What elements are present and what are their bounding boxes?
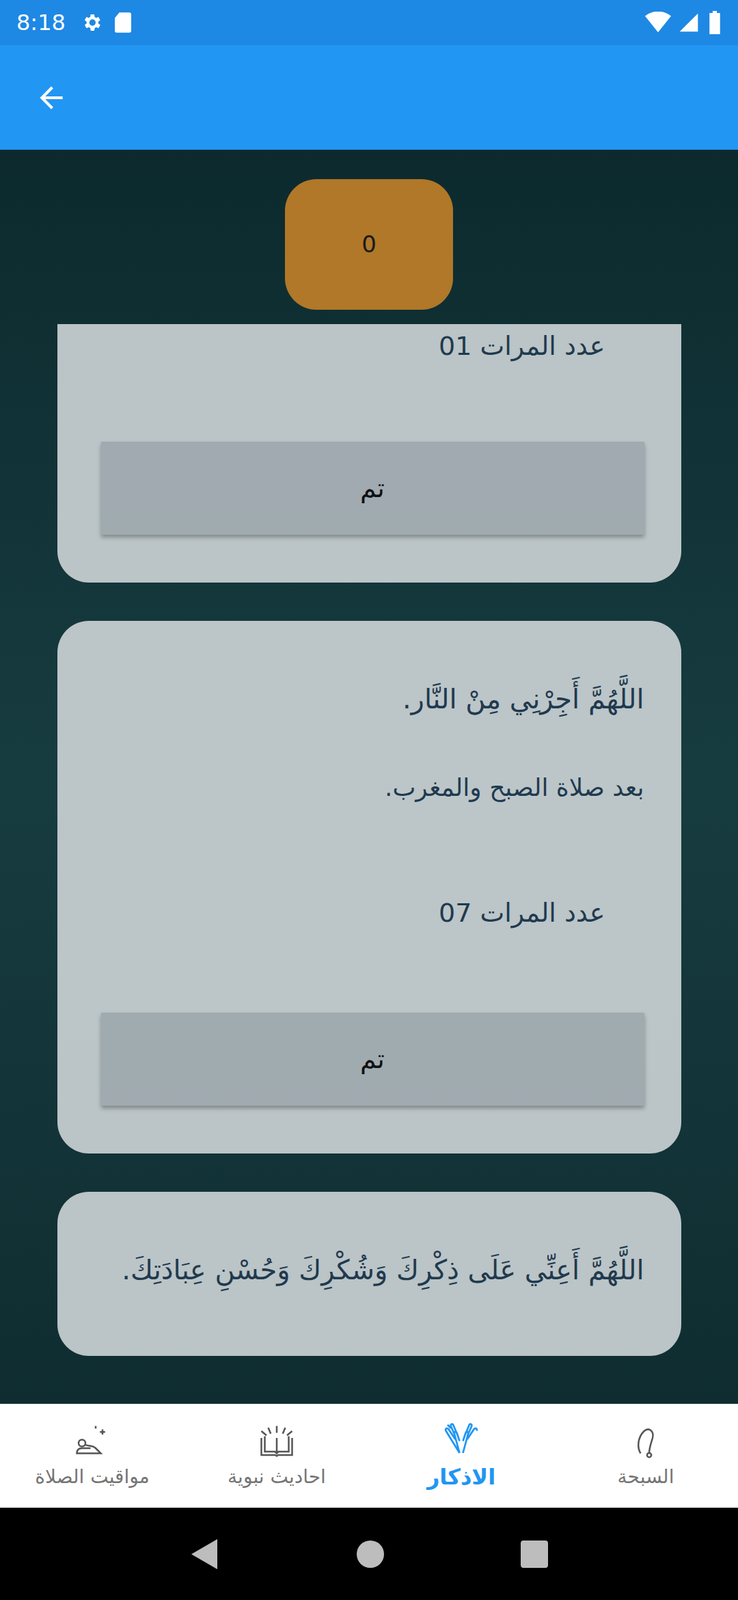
nav-item[interactable]: مواقيت الصلاة bbox=[0, 1403, 185, 1507]
hands-icon bbox=[440, 1418, 482, 1456]
zikr-card: اللَّهُمَّ أَجِرْنِي مِنْ النَّار. بعد صل… bbox=[57, 620, 682, 1153]
nav-label: السبحة bbox=[617, 1461, 675, 1491]
content-area: 0 عدد المرات 01تماللَّهُمَّ أَجِرْنِي مِ… bbox=[0, 149, 738, 1403]
app-bar bbox=[0, 45, 738, 150]
signal-icon bbox=[677, 11, 700, 34]
recents-square-icon[interactable] bbox=[520, 1539, 549, 1567]
repeat-count: عدد المرات 01 bbox=[101, 323, 606, 368]
bottom-nav: السبحة الاذكار احاديث نبوية مواقيت الصلاة bbox=[0, 1402, 738, 1507]
nav-label: احاديث نبوية bbox=[227, 1461, 326, 1491]
sd-card-icon bbox=[113, 11, 133, 34]
zikr-card: اللَّهُمَّ أَعِنِّي عَلَى ذِكْرِكَ وَشُك… bbox=[57, 1191, 682, 1356]
done-button[interactable]: تم bbox=[101, 1012, 645, 1105]
zikr-card: عدد المرات 01 تم bbox=[57, 323, 682, 583]
status-time: 8:18 bbox=[16, 6, 66, 39]
nav-item[interactable]: السبحة bbox=[553, 1403, 738, 1507]
book-icon bbox=[257, 1420, 296, 1458]
battery-icon bbox=[707, 10, 722, 35]
back-arrow-icon[interactable] bbox=[34, 80, 69, 115]
done-button[interactable]: تم bbox=[101, 441, 645, 535]
status-bar: 8:18 bbox=[0, 0, 738, 46]
prayer-icon bbox=[71, 1420, 113, 1458]
system-nav-bar bbox=[0, 1506, 738, 1599]
gear-icon bbox=[80, 11, 103, 34]
zikr-text: اللَّهُمَّ أَعِنِّي عَلَى ذِكْرِكَ وَشُك… bbox=[101, 1230, 645, 1308]
adhkar-list[interactable]: عدد المرات 01تماللَّهُمَّ أَجِرْنِي مِنْ… bbox=[57, 323, 682, 1366]
back-triangle-icon[interactable] bbox=[189, 1536, 221, 1570]
repeat-count: عدد المرات 07 bbox=[101, 890, 606, 935]
zikr-text: اللَّهُمَّ أَجِرْنِي مِنْ النَّار. bbox=[101, 660, 645, 737]
counter-box[interactable]: 0 bbox=[284, 179, 454, 310]
nav-item[interactable]: احاديث نبوية bbox=[184, 1403, 369, 1507]
home-circle-icon[interactable] bbox=[356, 1539, 385, 1567]
nav-label: الاذكار bbox=[427, 1459, 496, 1493]
zikr-note: بعد صلاة الصبح والمغرب. bbox=[101, 765, 645, 810]
wifi-icon bbox=[645, 11, 672, 34]
nav-label: مواقيت الصلاة bbox=[34, 1461, 149, 1491]
beads-icon bbox=[628, 1420, 663, 1458]
counter-value: 0 bbox=[361, 226, 377, 262]
nav-item[interactable]: الاذكار bbox=[369, 1403, 554, 1507]
